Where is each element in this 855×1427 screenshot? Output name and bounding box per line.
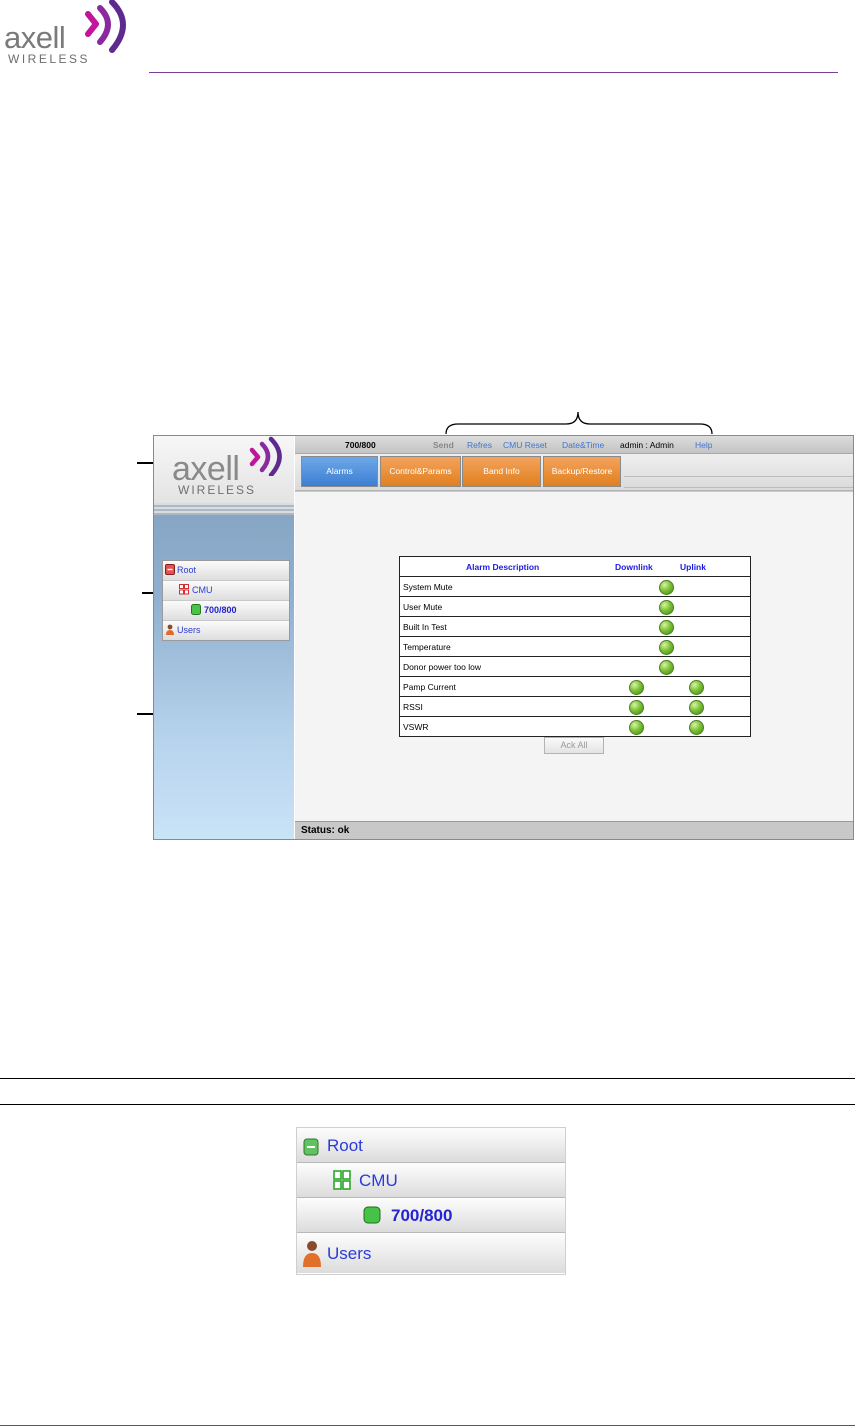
device-status-icon — [363, 1206, 381, 1224]
app-logo-arcs-icon — [249, 436, 282, 476]
header-logo-subtext: WIRELESS — [8, 52, 91, 66]
zoom-tree-item-users[interactable]: Users — [297, 1233, 565, 1273]
device-status-icon — [191, 604, 201, 615]
tab-strip: Alarms Control&Params Band Info Backup/R… — [295, 454, 853, 491]
zoomed-device-tree: Root CMU 700/800 Users — [296, 1127, 566, 1275]
alarm-row: User Mute — [400, 597, 750, 617]
section-rule-bottom — [0, 1104, 855, 1105]
app-logo-subtext: WIRELESS — [178, 483, 257, 497]
tree-item-root[interactable]: Root — [163, 561, 289, 581]
ack-all-button[interactable]: Ack All — [544, 737, 604, 754]
uplink-status-led-icon — [689, 700, 704, 715]
device-tree: Root CMU 700/800 Users — [162, 560, 290, 641]
alarm-description: VSWR — [403, 722, 429, 732]
alarm-description: Donor power too low — [403, 662, 481, 672]
alarm-row: RSSI — [400, 697, 750, 717]
users-icon — [303, 1241, 321, 1267]
collapse-icon[interactable] — [165, 564, 175, 575]
header-logo-arcs-icon — [85, 0, 126, 53]
sidebar-divider — [154, 503, 294, 515]
tree-label-root: Root — [177, 565, 197, 575]
alarm-description: Temperature — [403, 642, 451, 652]
tree-item-device[interactable]: 700/800 — [163, 601, 289, 621]
cmu-grid-icon — [333, 1170, 351, 1190]
zoom-tree-label-root: Root — [327, 1136, 363, 1155]
help-link[interactable]: Help — [695, 440, 712, 450]
uplink-status-led-icon — [689, 680, 704, 695]
downlink-status-led-icon — [659, 620, 674, 635]
downlink-status-led-icon — [659, 580, 674, 595]
downlink-status-led-icon — [659, 640, 674, 655]
status-text: Status: ok — [301, 825, 350, 836]
section-rule-top — [0, 1078, 855, 1079]
tree-label-cmu: CMU — [192, 585, 213, 595]
zoom-tree-label-cmu: CMU — [359, 1171, 398, 1190]
alarm-description: RSSI — [403, 702, 423, 712]
downlink-status-led-icon — [629, 700, 644, 715]
app-logo-text: axell — [172, 450, 240, 488]
alarm-row: Pamp Current — [400, 677, 750, 697]
cmu-grid-icon — [179, 584, 189, 595]
header-divider — [149, 72, 838, 73]
header-logo-text: axell — [4, 20, 66, 55]
header-downlink: Downlink — [615, 562, 653, 572]
tree-item-cmu[interactable]: CMU — [163, 581, 289, 601]
device-title: 700/800 — [345, 440, 376, 450]
downlink-status-led-icon — [659, 660, 674, 675]
uplink-status-led-icon — [689, 720, 704, 735]
alarm-row: VSWR — [400, 717, 750, 736]
footer-divider — [0, 1425, 855, 1426]
header-alarm-description: Alarm Description — [466, 562, 540, 572]
collapse-icon[interactable] — [303, 1138, 319, 1156]
zoom-tree-item-device[interactable]: 700/800 — [297, 1198, 565, 1233]
status-bar: Status: ok — [295, 821, 853, 839]
downlink-status-led-icon — [629, 720, 644, 735]
tab-control-params[interactable]: Control&Params — [380, 456, 461, 487]
alarm-row: Donor power too low — [400, 657, 750, 677]
tree-item-users[interactable]: Users — [163, 621, 289, 640]
refresh-link[interactable]: Refres — [467, 440, 492, 450]
send-link[interactable]: Send — [433, 440, 454, 450]
tab-alarms[interactable]: Alarms — [301, 456, 378, 487]
header-uplink: Uplink — [680, 562, 706, 572]
user-label: admin : Admin — [620, 440, 674, 450]
tab-backup-restore[interactable]: Backup/Restore — [543, 456, 621, 487]
app-screenshot: axell WIRELESS Root CMU 700/800 Users 70… — [153, 435, 854, 840]
alarm-table: Alarm Description Downlink Uplink System… — [399, 556, 751, 737]
zoom-tree-item-cmu[interactable]: CMU — [297, 1163, 565, 1198]
tree-label-device: 700/800 — [204, 605, 237, 615]
zoom-tree-label-users: Users — [327, 1244, 372, 1263]
downlink-status-led-icon — [659, 600, 674, 615]
alarm-row: System Mute — [400, 577, 750, 597]
top-bar: 700/800 Send Refres CMU Reset Date&Time … — [295, 436, 853, 454]
alarm-description: Built In Test — [403, 622, 447, 632]
tree-label-users: Users — [177, 625, 201, 635]
datetime-link[interactable]: Date&Time — [562, 440, 604, 450]
brace-annotation — [445, 411, 713, 435]
alarm-description: User Mute — [403, 602, 443, 612]
alarm-table-header: Alarm Description Downlink Uplink — [400, 557, 750, 577]
alarm-row: Temperature — [400, 637, 750, 657]
alarm-description: Pamp Current — [403, 682, 456, 692]
downlink-status-led-icon — [629, 680, 644, 695]
cmu-reset-link[interactable]: CMU Reset — [503, 440, 547, 450]
tab-strip-rule — [624, 476, 853, 488]
zoom-tree-item-root[interactable]: Root — [297, 1128, 565, 1163]
tab-band-info[interactable]: Band Info — [462, 456, 541, 487]
users-icon — [166, 624, 174, 635]
alarm-description: System Mute — [403, 582, 453, 592]
alarm-row: Built In Test — [400, 617, 750, 637]
zoom-tree-label-device: 700/800 — [391, 1206, 453, 1225]
